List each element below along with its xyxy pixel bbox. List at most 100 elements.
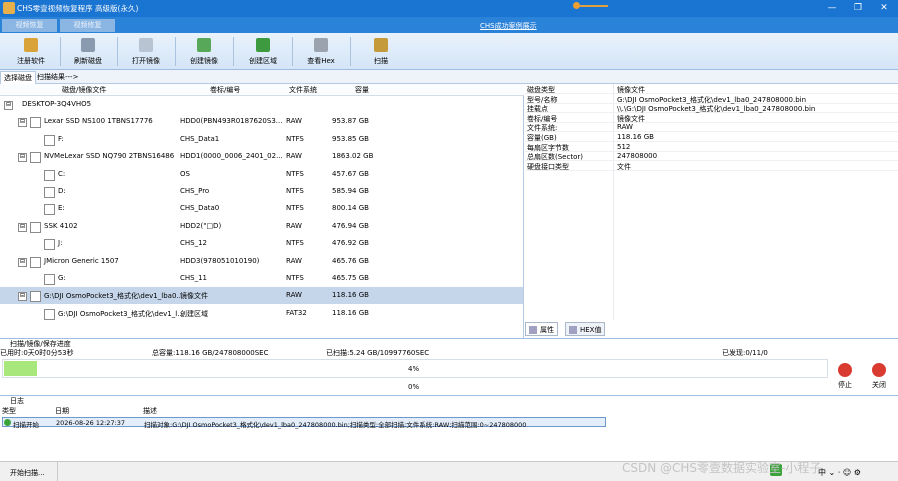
row-checkbox[interactable] <box>44 308 55 320</box>
tree-row[interactable]: ⊟ Lexar SSD NS100 1TBNS17776 HDD0(PBN493R0… <box>0 113 523 130</box>
progress-bar-fill <box>4 361 37 376</box>
tray-ime-icons[interactable]: 中 ⌄ ⋅ ☺ ⚙ <box>818 467 861 478</box>
tab-video-repair[interactable]: 视频修复 <box>60 19 115 32</box>
row-name: G:\DJI OsmoPocket3_格式化\dev1_l... <box>58 309 184 318</box>
row-checkbox[interactable] <box>44 187 55 198</box>
tree-row[interactable]: ⊟ NVMeLexar SSD NQ790 2TBNS16486 HDD1(0000… <box>0 148 523 165</box>
disk-tree-panel: 磁盘/镜像文件 卷标/编号 文件系统 容量 ⊟ DESKTOP-3Q4VHO5 ⊟ L… <box>0 84 524 338</box>
row-checkbox[interactable] <box>44 134 55 146</box>
expander-icon[interactable]: ⊟ <box>18 292 27 302</box>
toolbar-button-hex-view[interactable]: 查看Hex <box>298 35 344 68</box>
tree-row[interactable]: F: CHS_Data1 NTFS 953.85 GB <box>0 131 523 148</box>
hex-view-icon <box>314 38 328 52</box>
success-cases-link[interactable]: CHS成功案例展示 <box>480 21 537 31</box>
log-col-date[interactable]: 日期 <box>55 406 69 416</box>
log-section: 日志 类型 日期 描述 扫描开始 2026-08-26 12:27:37 扫描对… <box>0 395 898 461</box>
expander-icon[interactable]: ⊟ <box>18 118 27 128</box>
log-col-desc[interactable]: 描述 <box>143 406 157 416</box>
row-label: CHS_12 <box>180 239 208 248</box>
row-name: J: <box>58 239 63 248</box>
scanned-amount: 已扫描:5.24 GB/10997760SEC <box>326 349 430 357</box>
expander-icon[interactable]: ⊟ <box>18 222 27 232</box>
toolbar-button-create-image[interactable]: 创建镜像 <box>181 35 227 68</box>
property-row: 型号/名称 G:\DJI OsmoPocket3_格式化\dev1_lba0_24… <box>525 95 898 104</box>
tree-row[interactable]: ⊟ JMicron Generic 1507 HDD3(978051010190) R… <box>0 253 523 270</box>
expander-icon[interactable]: ⊟ <box>4 101 13 110</box>
tree-row[interactable]: ⊟ G:\DJI OsmoPocket3_格式化\dev1_lba0... 镜像文件… <box>0 287 523 305</box>
tree-row[interactable]: G: CHS_11 NTFS 465.75 GB <box>0 270 523 287</box>
col-filesystem[interactable]: 文件系统 <box>289 85 317 95</box>
hex-tab-icon <box>569 326 577 334</box>
row-name: NVMeLexar SSD NQ790 2TBNS16486 <box>44 152 175 161</box>
row-size: 585.94 GB <box>332 187 369 195</box>
row-size: 1863.02 GB <box>332 152 374 161</box>
tab-scan-results[interactable]: 扫描结果---> <box>34 71 81 84</box>
row-checkbox[interactable] <box>44 239 55 251</box>
row-filesystem: RAW <box>286 256 302 265</box>
elapsed-time: 已用时:0天0时0分53秒 <box>0 349 74 357</box>
toolbar-separator <box>117 37 118 66</box>
tab-properties[interactable]: 属性 <box>525 322 558 336</box>
log-entry-row[interactable]: 扫描开始 2026-08-26 12:27:37 扫描对象:G:\DJI Osm… <box>2 417 606 429</box>
expander-icon[interactable]: ⊟ <box>18 257 27 267</box>
property-value: 镜像文件 <box>617 86 645 94</box>
row-checkbox[interactable] <box>30 221 41 233</box>
col-label-id[interactable]: 卷标/编号 <box>210 85 240 95</box>
row-checkbox[interactable] <box>30 117 41 129</box>
row-name: D: <box>58 187 66 195</box>
tab-select-disk[interactable]: 选择磁盘 <box>0 71 36 84</box>
toolbar-button-create-region[interactable]: 创建区域 <box>240 35 286 68</box>
property-row: 总扇区数(Sector) 247808000 <box>525 152 898 162</box>
tree-row[interactable]: ⊟ SSK 4102 HDD2("□D) RAW 476.94 GB <box>0 218 523 235</box>
stop-button[interactable]: 停止 <box>828 360 862 394</box>
close-window-button[interactable]: ✕ <box>874 1 894 15</box>
app-logo-icon <box>3 2 15 14</box>
status-cell: 开始扫描... <box>0 462 58 481</box>
row-filesystem: NTFS <box>286 204 304 213</box>
row-checkbox[interactable] <box>44 274 55 285</box>
restore-button[interactable]: ❐ <box>848 1 868 15</box>
minimize-button[interactable]: — <box>822 1 842 15</box>
log-entry-type: 扫描开始 <box>13 421 39 429</box>
tree-row[interactable]: G:\DJI OsmoPocket3_格式化\dev1_l... 创建区域 FAT3… <box>0 305 523 322</box>
tree-row[interactable]: E: CHS_Data0 NTFS 800.14 GB <box>0 200 523 217</box>
open-image-icon <box>139 38 153 52</box>
expander-icon[interactable]: ⊟ <box>18 153 27 163</box>
row-size: 800.14 GB <box>332 204 369 213</box>
tree-row[interactable]: J: CHS_12 NTFS 476.92 GB <box>0 235 523 252</box>
property-panel: 磁盘类型 镜像文件 型号/名称 G:\DJI OsmoPocket3_格式化\dev1… <box>525 84 898 338</box>
title-slider-knob[interactable] <box>573 2 580 9</box>
toolbar-button-refresh-disk[interactable]: 刷新磁盘 <box>65 35 111 68</box>
row-size: 118.16 GB <box>332 291 369 300</box>
row-label: CHS_11 <box>180 274 208 282</box>
tree-row[interactable]: ⊟ DESKTOP-3Q4VHO5 <box>0 96 523 113</box>
row-size: 118.16 GB <box>332 308 369 317</box>
tree-row[interactable]: D: CHS_Pro NTFS 585.94 GB <box>0 183 523 200</box>
toolbar-separator <box>60 37 61 66</box>
tree-row[interactable]: C: OS NTFS 457.67 GB <box>0 166 523 183</box>
log-col-type[interactable]: 类型 <box>2 406 16 416</box>
property-value: RAW <box>617 123 633 132</box>
toolbar-button-label: 查看Hex <box>307 57 335 65</box>
row-checkbox[interactable] <box>30 256 41 268</box>
toolbar-button-scan[interactable]: 扫描 <box>358 35 404 68</box>
row-checkbox[interactable] <box>30 291 41 303</box>
row-checkbox[interactable] <box>30 152 41 164</box>
property-value: 247808000 <box>617 152 658 161</box>
tab-hex[interactable]: HEX值 <box>565 322 606 336</box>
properties-tab-icon <box>529 326 537 334</box>
close-scan-button[interactable]: 关闭 <box>862 360 896 394</box>
row-checkbox[interactable] <box>44 204 55 216</box>
property-key: 卷标/编号 <box>527 114 558 123</box>
toolbar-button-open-image[interactable]: 打开镜像 <box>123 35 169 68</box>
tab-video-recovery[interactable]: 视频恢复 <box>2 19 57 32</box>
register-icon <box>24 38 38 52</box>
row-checkbox[interactable] <box>44 169 55 181</box>
property-key: 每扇区字节数 <box>527 143 569 152</box>
stop-label: 停止 <box>838 381 852 389</box>
toolbar-button-register[interactable]: 注册软件 <box>8 35 54 68</box>
col-disk-image[interactable]: 磁盘/镜像文件 <box>62 85 106 95</box>
property-key: 硬盘接口类型 <box>527 162 569 171</box>
property-value: 文件 <box>617 162 631 171</box>
col-capacity[interactable]: 容量 <box>355 85 369 95</box>
